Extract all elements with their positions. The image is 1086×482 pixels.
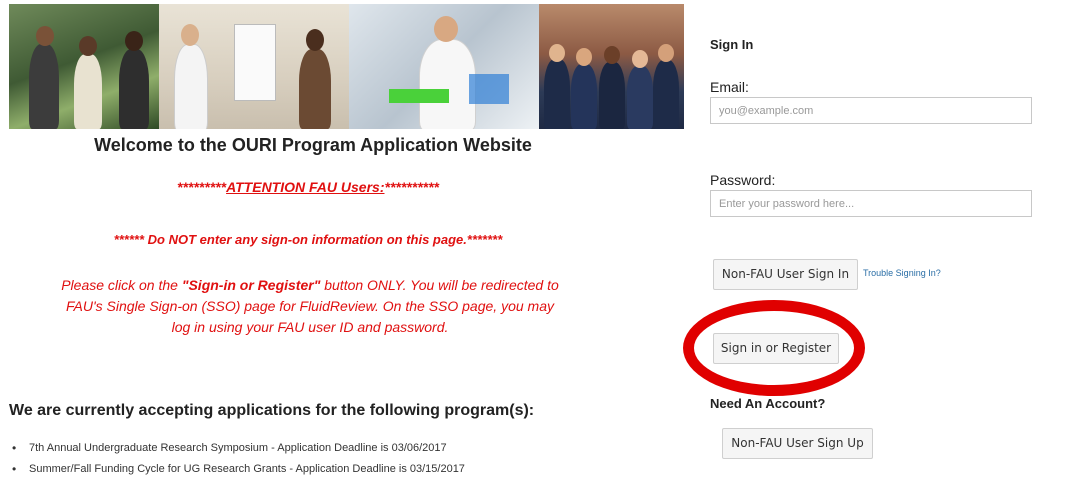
- instructions-emphasis: "Sign-in or Register": [181, 277, 321, 293]
- sign-in-or-register-button[interactable]: Sign in or Register: [713, 333, 839, 364]
- do-not-sign-on-warning: ****** Do NOT enter any sign-on informat…: [113, 232, 503, 247]
- attention-notice: *********ATTENTION FAU Users:**********: [9, 179, 607, 195]
- banner-photo-group: [539, 4, 684, 129]
- program-item: 7th Annual Undergraduate Research Sympos…: [9, 440, 465, 461]
- password-label: Password:: [710, 172, 776, 188]
- email-field[interactable]: [710, 97, 1032, 124]
- attention-link: ATTENTION FAU Users:: [226, 179, 385, 195]
- attention-prefix: *********: [177, 179, 227, 195]
- instructions-text-1: Please click on the: [61, 277, 182, 293]
- need-account-heading: Need An Account?: [710, 396, 826, 411]
- program-list: 7th Annual Undergraduate Research Sympos…: [9, 440, 465, 482]
- non-fau-sign-in-button[interactable]: Non-FAU User Sign In: [713, 259, 858, 290]
- accepting-heading: We are currently accepting applications …: [9, 402, 535, 419]
- banner-image: [9, 4, 684, 129]
- password-field[interactable]: [710, 190, 1032, 217]
- sign-in-title: Sign In: [710, 37, 754, 52]
- sso-instructions: Please click on the "Sign-in or Register…: [60, 275, 560, 338]
- banner-photo-field-research: [9, 4, 159, 129]
- attention-suffix: **********: [384, 179, 439, 195]
- non-fau-sign-up-button[interactable]: Non-FAU User Sign Up: [722, 428, 873, 459]
- welcome-heading: Welcome to the OURI Program Application …: [94, 135, 532, 155]
- banner-photo-lab: [349, 4, 539, 129]
- banner-photo-poster: [159, 4, 349, 129]
- program-item: Summer/Fall Funding Cycle for UG Researc…: [9, 461, 465, 482]
- email-label: Email:: [710, 79, 749, 95]
- trouble-signing-in-link[interactable]: Trouble Signing In?: [863, 268, 941, 278]
